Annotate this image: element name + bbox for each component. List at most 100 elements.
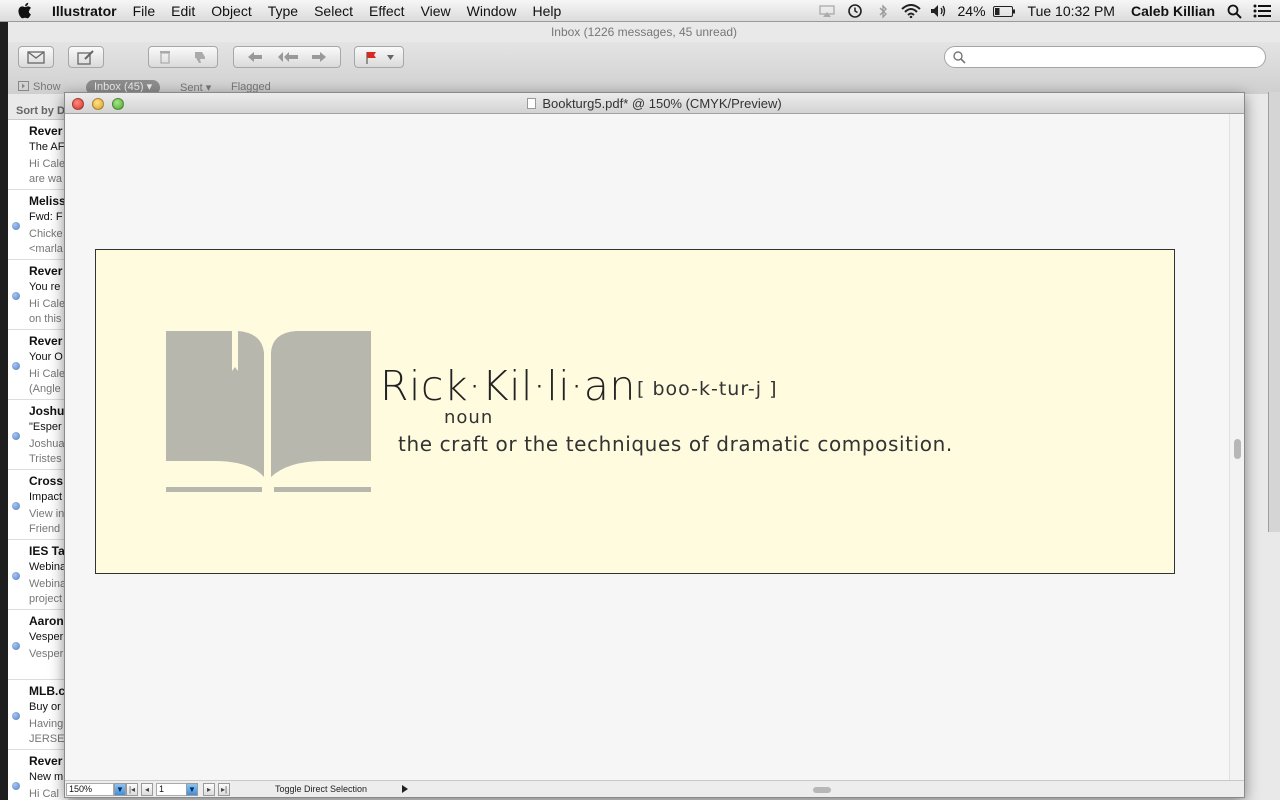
list-item[interactable]: MLB.c Buy or Having JERSE — [8, 680, 68, 750]
message-preview: Having JERSE — [29, 717, 64, 747]
time-machine-icon[interactable] — [841, 3, 869, 19]
reply-icon[interactable] — [247, 51, 263, 63]
message-preview: Hi Cale on this — [29, 297, 65, 327]
background-window-edge — [1268, 92, 1280, 532]
message-preview-text: Hi Cal — [29, 788, 59, 800]
previous-artboard-button[interactable]: ◂ — [141, 783, 153, 796]
list-item[interactable]: Rever Your O Hi Cale (Angle — [8, 330, 68, 400]
unread-dot-icon — [12, 572, 20, 580]
message-preview-text: Joshua Tristes — [29, 438, 65, 465]
message-preview: Hi Cal — [29, 787, 59, 800]
unread-dot-icon — [12, 432, 20, 440]
list-item[interactable]: IES Ta Webina Webina project — [8, 540, 68, 610]
menu-select[interactable]: Select — [306, 3, 361, 19]
message-from: Rever — [29, 334, 63, 348]
message-list: Rever The AF Hi Cale are wa Meliss Fwd: … — [8, 120, 68, 800]
list-item[interactable]: Rever The AF Hi Cale are wa — [8, 120, 68, 190]
menu-view[interactable]: View — [413, 3, 459, 19]
message-preview-text: View in Friend — [29, 508, 65, 535]
message-subject: The AF — [29, 141, 65, 153]
compose-icon — [77, 49, 94, 65]
bluetooth-icon[interactable] — [869, 3, 897, 19]
wifi-icon[interactable] — [897, 4, 925, 18]
mail-window-title: Inbox (1226 messages, 45 unread) — [550, 25, 738, 39]
flag-button[interactable] — [354, 46, 404, 68]
get-mail-button[interactable] — [18, 46, 54, 68]
list-item[interactable]: Meliss Fwd: F Chicke <marla — [8, 190, 68, 260]
menu-file[interactable]: File — [125, 3, 164, 19]
unread-dot-icon — [12, 362, 20, 370]
message-from: Cross — [29, 474, 64, 488]
list-item[interactable]: Rever New m Hi Cal — [8, 750, 68, 800]
show-icon — [18, 81, 29, 91]
vertical-scrollbar[interactable] — [1229, 114, 1244, 780]
message-preview-text: Webina project — [29, 578, 67, 605]
reply-all-icon[interactable] — [277, 51, 299, 63]
user-name[interactable]: Caleb Killian — [1126, 3, 1220, 19]
first-artboard-button[interactable]: |◂ — [126, 783, 138, 796]
message-preview: Hi Cale are wa — [29, 157, 65, 187]
show-toggle[interactable]: Show — [18, 81, 61, 93]
menu-help[interactable]: Help — [524, 3, 569, 19]
zoom-dropdown-button[interactable]: ▼ — [114, 783, 126, 796]
message-subject: Fwd: F — [29, 211, 63, 223]
message-subject: Your O — [29, 351, 63, 363]
status-menu-arrow-icon[interactable] — [402, 785, 408, 793]
thumbs-down-icon[interactable] — [193, 50, 207, 64]
artboard[interactable]: Rick·Kil·li·an [ boo-k-tur-j ] noun the … — [95, 249, 1175, 574]
menu-window[interactable]: Window — [459, 3, 525, 19]
notification-center-icon[interactable] — [1248, 4, 1276, 18]
apple-menu-icon[interactable] — [17, 2, 39, 19]
message-preview-text: Vesper — [29, 648, 64, 660]
menu-effect[interactable]: Effect — [361, 3, 413, 19]
forward-icon[interactable] — [311, 51, 327, 63]
compose-button[interactable] — [68, 46, 104, 68]
app-name-menu[interactable]: Illustrator — [52, 3, 117, 19]
menu-object[interactable]: Object — [203, 3, 259, 19]
trash-icon[interactable] — [159, 50, 171, 64]
list-item[interactable]: Aaron Vesper Vesper — [8, 610, 68, 680]
last-artboard-button[interactable]: ▸| — [218, 783, 230, 796]
sort-bar[interactable]: Sort by D — [8, 102, 68, 120]
search-icon — [953, 51, 966, 64]
volume-icon[interactable] — [925, 4, 953, 18]
menu-type[interactable]: Type — [260, 3, 306, 19]
document-title-text: Bookturg5.pdf* @ 150% (CMYK/Preview) — [542, 96, 782, 111]
menu-edit[interactable]: Edit — [163, 3, 203, 19]
message-subject: New m — [29, 771, 64, 783]
document-title: Bookturg5.pdf* @ 150% (CMYK/Preview) — [65, 93, 1244, 114]
unread-dot-icon — [12, 222, 20, 230]
vertical-scroll-thumb[interactable] — [1234, 439, 1241, 459]
document-icon — [527, 98, 537, 109]
zoom-level-field[interactable]: 150% — [66, 783, 114, 796]
status-bar-label[interactable]: Toggle Direct Selection — [275, 784, 367, 794]
open-book-logo-icon[interactable] — [166, 331, 372, 493]
artboard-dropdown-button[interactable]: ▼ — [186, 783, 198, 796]
flag-icon — [365, 51, 376, 64]
message-preview-text: Having JERSE — [29, 718, 65, 745]
list-item[interactable]: Cross Impact View in Friend — [8, 470, 68, 540]
message-subject: Impact — [29, 491, 63, 503]
message-from: IES Ta — [29, 544, 65, 558]
clock[interactable]: Tue 10:32 PM — [1023, 3, 1120, 19]
mail-search-input[interactable] — [944, 46, 1266, 68]
message-preview: Hi Cale (Angle — [29, 367, 65, 397]
list-item[interactable]: Joshu "Esper Joshua Tristes — [8, 400, 68, 470]
next-artboard-button[interactable]: ▸ — [203, 783, 215, 796]
part-of-speech[interactable]: noun — [444, 407, 493, 428]
horizontal-scroll-thumb[interactable] — [813, 787, 831, 793]
message-preview-text: Chicke <marla — [29, 228, 63, 255]
document-titlebar[interactable]: Bookturg5.pdf* @ 150% (CMYK/Preview) — [65, 93, 1244, 114]
headword[interactable]: Rick·Kil·li·an — [380, 358, 636, 414]
message-preview-text: Hi Cale are wa — [29, 158, 66, 185]
message-from: Aaron — [29, 614, 64, 628]
spotlight-search-icon[interactable] — [1220, 4, 1248, 19]
list-item[interactable]: Rever You re Hi Cale on this — [8, 260, 68, 330]
airplay-icon[interactable] — [813, 5, 841, 17]
pronunciation[interactable]: [ boo-k-tur-j ] — [637, 378, 778, 400]
battery-icon[interactable] — [991, 5, 1017, 17]
message-preview: Joshua Tristes — [29, 437, 64, 467]
definition-text[interactable]: the craft or the techniques of dramatic … — [398, 432, 953, 456]
battery-percent: 24% — [957, 3, 986, 19]
illustrator-canvas[interactable]: Rick·Kil·li·an [ boo-k-tur-j ] noun the … — [65, 114, 1229, 780]
